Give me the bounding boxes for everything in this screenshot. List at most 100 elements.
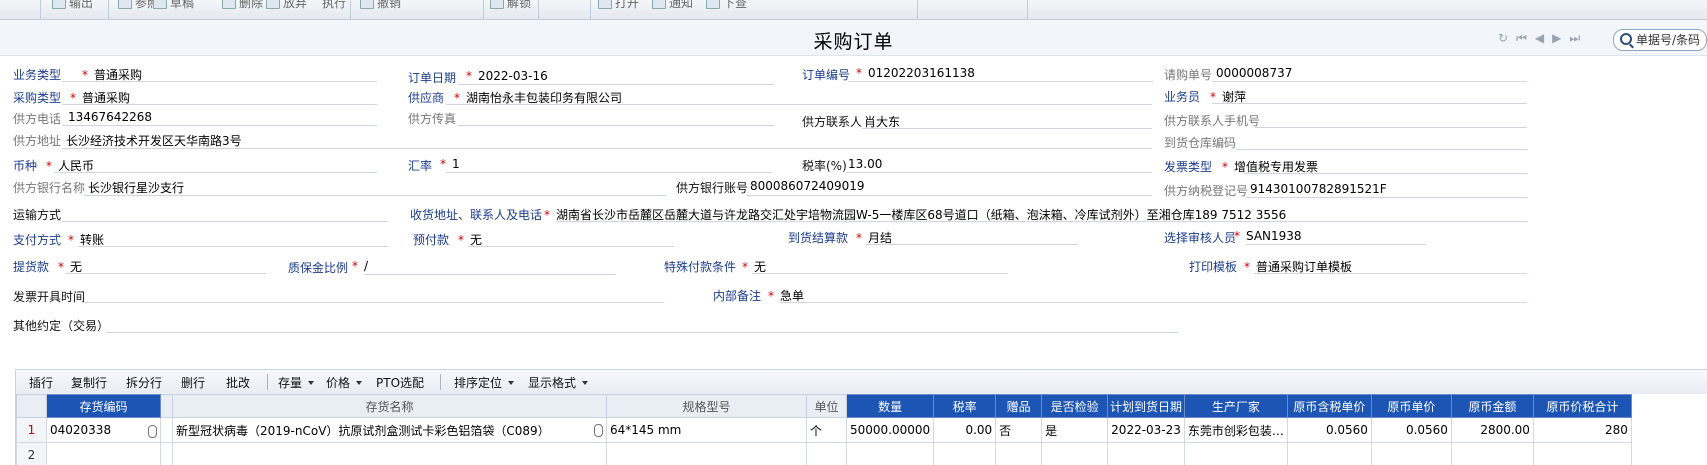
column-header[interactable]: 税率: [933, 394, 997, 418]
notify-icon: [652, 0, 666, 9]
order-no-field[interactable]: * 01202203161138: [848, 66, 975, 80]
table-row[interactable]: 1 04020338 新型冠状病毒（2019-nCoV）抗原试剂盒测试卡彩色铝箔…: [16, 417, 1632, 443]
column-header[interactable]: 规格型号: [606, 394, 807, 418]
supplier-tax-no-field[interactable]: 91430100782891521F: [1250, 182, 1387, 196]
total-cell[interactable]: [1532, 442, 1632, 465]
quantity-cell[interactable]: [845, 442, 935, 465]
spec-cell[interactable]: [606, 442, 807, 465]
inspect-cell[interactable]: [1041, 442, 1109, 465]
price-dropdown[interactable]: 价格: [326, 374, 363, 391]
execute-button[interactable]: 执行: [322, 0, 346, 12]
tax-rate-cell[interactable]: 0.00: [933, 417, 997, 443]
column-header[interactable]: 原币价税合计: [1532, 394, 1632, 418]
business-type-label: 业务类型: [13, 68, 62, 82]
delete-button[interactable]: 删除: [222, 0, 263, 12]
undo-button[interactable]: 撤销: [360, 0, 401, 12]
requisition-no-field[interactable]: 0000008737: [1216, 66, 1292, 80]
supplier-bank-field[interactable]: 长沙银行星沙支行: [88, 179, 184, 196]
attachment-icon[interactable]: [148, 424, 157, 438]
prepayment-label: 预付款: [413, 233, 450, 247]
exchange-rate-field[interactable]: * 1: [432, 157, 460, 171]
planned-date-cell[interactable]: 2022-03-23: [1107, 417, 1185, 443]
print-template-label: 打印模板: [1189, 260, 1238, 274]
invoice-time-label: 发票开具时间: [13, 290, 86, 304]
item-code-cell[interactable]: 04020338: [46, 417, 161, 443]
order-lines-grid: 存货编码 存货名称 规格型号 单位 数量 税率 赠品 是否检验 计划到货日期 生…: [15, 394, 1707, 465]
planned-date-cell[interactable]: [1107, 442, 1185, 465]
inspect-cell[interactable]: 是: [1041, 417, 1109, 443]
output-button[interactable]: 输出: [52, 0, 93, 12]
order-date-field[interactable]: * 2022-03-16: [458, 69, 548, 83]
drilldown-button[interactable]: 下查: [706, 0, 747, 12]
order-lines-table: 存货编码 存货名称 规格型号 单位 数量 税率 赠品 是否检验 计划到货日期 生…: [16, 394, 1632, 465]
insert-row-button[interactable]: 插行: [29, 374, 53, 391]
supplier-phone-field[interactable]: 13467642268: [68, 110, 152, 124]
supplier-address-field[interactable]: 长沙经济技术开发区天华南路3号: [66, 132, 242, 149]
column-header[interactable]: 数量: [845, 394, 935, 418]
reviewer-field[interactable]: * SAN1938: [1226, 229, 1302, 243]
column-header[interactable]: 单位: [806, 394, 847, 418]
toolbar-separator: [350, 0, 351, 19]
notify-button[interactable]: 通知: [652, 0, 693, 12]
column-header[interactable]: 计划到货日期: [1107, 394, 1185, 418]
currency-label: 币种: [13, 159, 38, 173]
gift-cell[interactable]: [995, 442, 1043, 465]
delete-row-button[interactable]: 删行: [181, 374, 205, 391]
item-code-cell[interactable]: [46, 442, 161, 465]
display-format-dropdown[interactable]: 显示格式: [528, 374, 589, 391]
supplier-account-field[interactable]: 800086072409019: [750, 179, 865, 193]
split-row-button[interactable]: 拆分行: [126, 374, 162, 391]
discard-button[interactable]: 放弃: [266, 0, 307, 12]
unlock-button[interactable]: 解锁: [490, 0, 531, 12]
supplier-tax-no-label: 供方纳税登记号: [1164, 184, 1249, 198]
refresh-icon[interactable]: ↻: [1498, 31, 1508, 45]
unit-cell[interactable]: 个: [806, 417, 847, 443]
tax-price-cell[interactable]: [1286, 442, 1372, 465]
table-row[interactable]: 2: [16, 442, 1632, 465]
stock-dropdown[interactable]: 存量: [278, 374, 315, 391]
item-name-cell[interactable]: 新型冠状病毒（2019-nCoV）抗原试剂盒测试卡彩色铝箔袋（C089）: [172, 417, 607, 443]
manufacturer-cell[interactable]: 东莞市创彩包装…: [1183, 417, 1288, 443]
tax-rate-cell[interactable]: [933, 442, 997, 465]
sort-locate-dropdown[interactable]: 排序定位: [454, 374, 515, 391]
tax-rate-field[interactable]: 13.00: [848, 157, 882, 171]
column-header[interactable]: 原币单价: [1370, 394, 1452, 418]
spec-cell[interactable]: 64*145 mm: [606, 417, 807, 443]
undo-icon: [360, 0, 374, 9]
row-number: 2: [16, 442, 47, 465]
output-icon: [52, 0, 66, 9]
column-header[interactable]: 原币金额: [1450, 394, 1534, 418]
unit-price-cell[interactable]: 0.0560: [1370, 417, 1452, 443]
next-record-icon[interactable]: ▶: [1552, 31, 1561, 45]
attachment-icon[interactable]: [594, 423, 603, 437]
prev-record-icon[interactable]: ◀: [1535, 31, 1544, 45]
manufacturer-cell[interactable]: [1183, 442, 1288, 465]
unit-price-cell[interactable]: [1370, 442, 1452, 465]
row-number-header: [16, 394, 47, 418]
column-header[interactable]: 赠品: [995, 394, 1043, 418]
column-header[interactable]: 是否检验: [1041, 394, 1109, 418]
batch-edit-button[interactable]: 批改: [226, 374, 250, 391]
chevron-down-icon: [582, 381, 589, 385]
toolbar-separator: [917, 0, 918, 19]
column-header[interactable]: 存货编码: [46, 394, 161, 418]
search-input[interactable]: 单据号/条码: [1613, 29, 1707, 51]
open-button[interactable]: 打开: [598, 0, 639, 12]
quantity-cell[interactable]: 50000.00000: [845, 417, 935, 443]
gift-cell[interactable]: 否: [995, 417, 1043, 443]
first-record-icon[interactable]: ⏮: [1516, 31, 1527, 46]
column-header[interactable]: 原币含税单价: [1286, 394, 1372, 418]
column-header[interactable]: 存货名称: [172, 394, 607, 418]
tax-price-cell[interactable]: 0.0560: [1286, 417, 1372, 443]
last-record-icon[interactable]: ⏭: [1569, 31, 1580, 46]
total-cell[interactable]: 280: [1532, 417, 1632, 443]
pto-config-button[interactable]: PTO选配: [376, 374, 424, 391]
warranty-ratio-field[interactable]: * /: [344, 259, 368, 273]
amount-cell[interactable]: [1450, 442, 1534, 465]
copy-row-button[interactable]: 复制行: [71, 374, 107, 391]
column-header[interactable]: 生产厂家: [1183, 394, 1288, 418]
amount-cell[interactable]: 2800.00: [1450, 417, 1534, 443]
unit-cell[interactable]: [806, 442, 847, 465]
draft-button[interactable]: 草稿: [153, 0, 194, 12]
item-name-cell[interactable]: [172, 442, 607, 465]
